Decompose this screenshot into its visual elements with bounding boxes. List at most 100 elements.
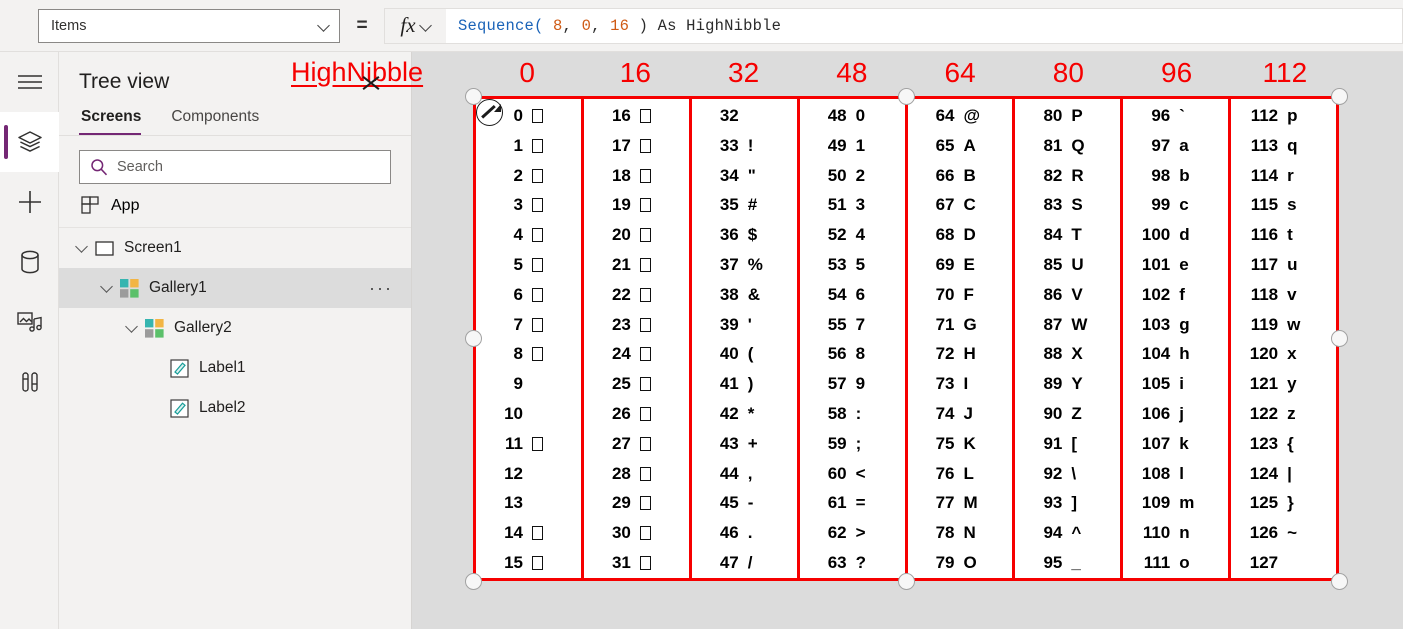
gallery-row[interactable]: 102 f [1123, 280, 1228, 310]
gallery-row[interactable]: 117 u [1231, 250, 1336, 280]
gallery-row[interactable]: 9 [476, 369, 581, 399]
gallery-row[interactable]: 113 q [1231, 131, 1336, 161]
advanced-tools-icon[interactable] [0, 352, 59, 412]
gallery-row[interactable]: 80 P [1015, 101, 1120, 131]
tree-item-label2[interactable]: Label2 [59, 388, 411, 428]
gallery-row[interactable]: 109 m [1123, 489, 1228, 519]
gallery-row[interactable]: 22 [584, 280, 689, 310]
selection-handle-top-right[interactable] [1331, 88, 1348, 105]
gallery-row[interactable]: 56 8 [800, 340, 905, 370]
gallery-row[interactable]: 61 = [800, 489, 905, 519]
gallery-row[interactable]: 32 [692, 101, 797, 131]
property-dropdown[interactable]: Items [38, 8, 340, 43]
gallery-row[interactable]: 91 [ [1015, 429, 1120, 459]
tree-item-label1[interactable]: Label1 [59, 348, 411, 388]
gallery-row[interactable]: 8 [476, 340, 581, 370]
gallery-row[interactable]: 67 C [908, 190, 1013, 220]
gallery-row[interactable]: 7 [476, 310, 581, 340]
gallery-row[interactable]: 69 E [908, 250, 1013, 280]
gallery-column[interactable]: 48 0 49 1 50 2 51 3 52 4 53 5 54 6 55 7 56 8 57 9 58:59; 60 <6… [800, 99, 908, 578]
gallery-row[interactable]: 121 y [1231, 369, 1336, 399]
gallery-row[interactable]: 85 U [1015, 250, 1120, 280]
gallery-row[interactable]: 12 [476, 459, 581, 489]
gallery-row[interactable]: 17 [584, 131, 689, 161]
gallery-row[interactable]: 41) [692, 369, 797, 399]
selection-handle-mid-left[interactable] [465, 330, 482, 347]
gallery-row[interactable]: 111 o [1123, 548, 1228, 578]
data-icon[interactable] [0, 232, 59, 292]
gallery-row[interactable]: 107 k [1123, 429, 1228, 459]
gallery-row[interactable]: 63? [800, 548, 905, 578]
selection-handle-mid-right[interactable] [1331, 330, 1348, 347]
hamburger-menu-icon[interactable] [0, 52, 59, 112]
gallery-row[interactable]: 40 ( [692, 340, 797, 370]
gallery-row[interactable]: 87 W [1015, 310, 1120, 340]
gallery-row[interactable]: 20 [584, 220, 689, 250]
gallery-row[interactable]: 37% [692, 250, 797, 280]
gallery-row[interactable]: 39 ' [692, 310, 797, 340]
gallery-row[interactable]: 70 F [908, 280, 1013, 310]
gallery-row[interactable]: 44, [692, 459, 797, 489]
gallery-row[interactable]: 108 l [1123, 459, 1228, 489]
gallery-row[interactable]: 73 I [908, 369, 1013, 399]
formula-input[interactable]: Sequence( 8, 0, 16 ) As HighNibble [446, 7, 1403, 44]
gallery-row[interactable]: 94 ^ [1015, 518, 1120, 548]
gallery-column[interactable]: 0 1 2 3 4 5 6 7 8 9 10 11 12 13 14 15 [476, 99, 584, 578]
gallery-row[interactable]: 30 [584, 518, 689, 548]
gallery-column[interactable]: 96 ` 97 a 98 b 99 c 100 d 101 e 102 f 103 g 104 h 105 i 106 j… [1123, 99, 1232, 578]
gallery-row[interactable]: 16 [584, 101, 689, 131]
gallery-row[interactable]: 1 [476, 131, 581, 161]
gallery-row[interactable]: 46. [692, 518, 797, 548]
gallery-row[interactable]: 27 [584, 429, 689, 459]
gallery-row[interactable]: 122 z [1231, 399, 1336, 429]
gallery-row[interactable]: 120 x [1231, 340, 1336, 370]
gallery-row[interactable]: 93] [1015, 489, 1120, 519]
fx-button[interactable]: fx [384, 7, 446, 44]
gallery-row[interactable]: 95 _ [1015, 548, 1120, 578]
gallery-row[interactable]: 97 a [1123, 131, 1228, 161]
insert-icon[interactable] [0, 172, 59, 232]
gallery-row[interactable]: 13 [476, 489, 581, 519]
gallery-row[interactable]: 62 > [800, 518, 905, 548]
gallery-row[interactable]: 65 A [908, 131, 1013, 161]
gallery-row[interactable]: 52 4 [800, 220, 905, 250]
gallery-row[interactable]: 106 j [1123, 399, 1228, 429]
gallery-row[interactable]: 50 2 [800, 161, 905, 191]
selection-handle-top-center[interactable] [898, 88, 915, 105]
gallery-row[interactable]: 98 b [1123, 161, 1228, 191]
gallery-row[interactable]: 103 g [1123, 310, 1228, 340]
gallery-column[interactable]: 16 17 18 19 20 21 22 23 24 25 26 27 28 29 30 31 [584, 99, 692, 578]
gallery-row[interactable]: 28 [584, 459, 689, 489]
gallery-column[interactable]: 112 p 113 q 114 r 115 s 116 t 117 u 118 v 119 w 120 x 121 y… [1231, 99, 1336, 578]
tree-view-icon[interactable] [0, 112, 59, 172]
chevron-down-icon[interactable] [75, 242, 88, 255]
selection-handle-bottom-center[interactable] [898, 573, 915, 590]
gallery-row[interactable]: 38 & [692, 280, 797, 310]
tree-item-gallery2[interactable]: Gallery2 [59, 308, 411, 348]
gallery-row[interactable]: 31 [584, 548, 689, 578]
tree-item-gallery1[interactable]: Gallery1 ··· [59, 268, 411, 308]
gallery-column[interactable]: 80 P 81 Q 82 R 83 S 84 T 85 U 86 V 87 W 88 X 89 Y 90 Z 91[92 \ 9… [1015, 99, 1124, 578]
gallery-row[interactable]: 15 [476, 548, 581, 578]
gallery-row[interactable]: 35 # [692, 190, 797, 220]
gallery-row[interactable]: 116 t [1231, 220, 1336, 250]
gallery-row[interactable]: 89 Y [1015, 369, 1120, 399]
gallery-row[interactable]: 124 | [1231, 459, 1336, 489]
gallery-row[interactable]: 126 ~ [1231, 518, 1336, 548]
gallery-select-badge-icon[interactable] [476, 99, 503, 126]
gallery-row[interactable]: 58: [800, 399, 905, 429]
more-options-icon[interactable]: ··· [369, 279, 393, 297]
gallery1-container[interactable]: 0 1 2 3 4 5 6 7 8 9 10 11 12 13 14 15 16 17 18 19 20 21 22 23 24… [473, 96, 1339, 581]
tab-screens[interactable]: Screens [79, 104, 151, 135]
gallery-row[interactable]: 34 " [692, 161, 797, 191]
gallery-row[interactable]: 105 i [1123, 369, 1228, 399]
gallery-row[interactable]: 110 n [1123, 518, 1228, 548]
gallery-row[interactable]: 100 d [1123, 220, 1228, 250]
gallery-row[interactable]: 96 ` [1123, 101, 1228, 131]
gallery-row[interactable]: 5 [476, 250, 581, 280]
gallery-row[interactable]: 54 6 [800, 280, 905, 310]
gallery-row[interactable]: 49 1 [800, 131, 905, 161]
gallery-row[interactable]: 82 R [1015, 161, 1120, 191]
tree-item-app[interactable]: App [59, 184, 411, 228]
gallery-row[interactable]: 118 v [1231, 280, 1336, 310]
